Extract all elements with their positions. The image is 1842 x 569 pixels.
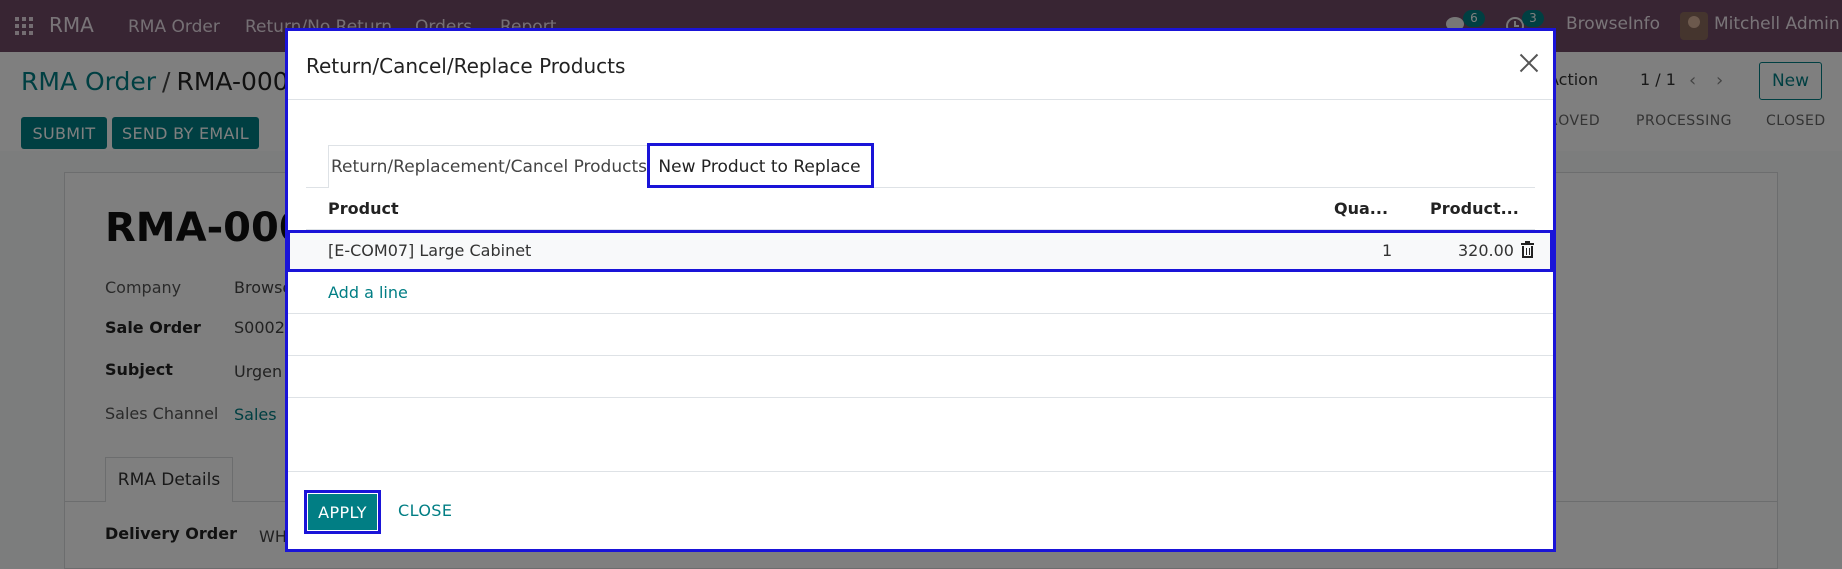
tab-return-replacement-cancel-products[interactable]: Return/Replacement/Cancel Products <box>328 145 650 188</box>
close-button[interactable]: CLOSE <box>398 501 452 520</box>
dialog-footer-divider <box>287 471 1553 472</box>
empty-row-divider <box>287 313 1553 314</box>
add-a-line-link[interactable]: Add a line <box>328 283 408 302</box>
column-header-quantity[interactable]: Qua... <box>1334 199 1388 218</box>
apply-highlight-outline <box>304 490 381 534</box>
return-cancel-replace-dialog: Return/Cancel/Replace Products Return/Re… <box>287 30 1553 551</box>
close-icon[interactable] <box>1516 50 1542 76</box>
empty-row-divider <box>287 355 1553 356</box>
column-header-product[interactable]: Product <box>328 199 399 218</box>
row-highlight-outline <box>287 230 1553 272</box>
tab-highlight-outline <box>647 143 874 188</box>
empty-row-divider <box>287 397 1553 398</box>
column-header-product-price[interactable]: Product... <box>1430 199 1519 218</box>
dialog-header: Return/Cancel/Replace Products <box>287 30 1553 100</box>
dialog-title: Return/Cancel/Replace Products <box>306 54 626 78</box>
